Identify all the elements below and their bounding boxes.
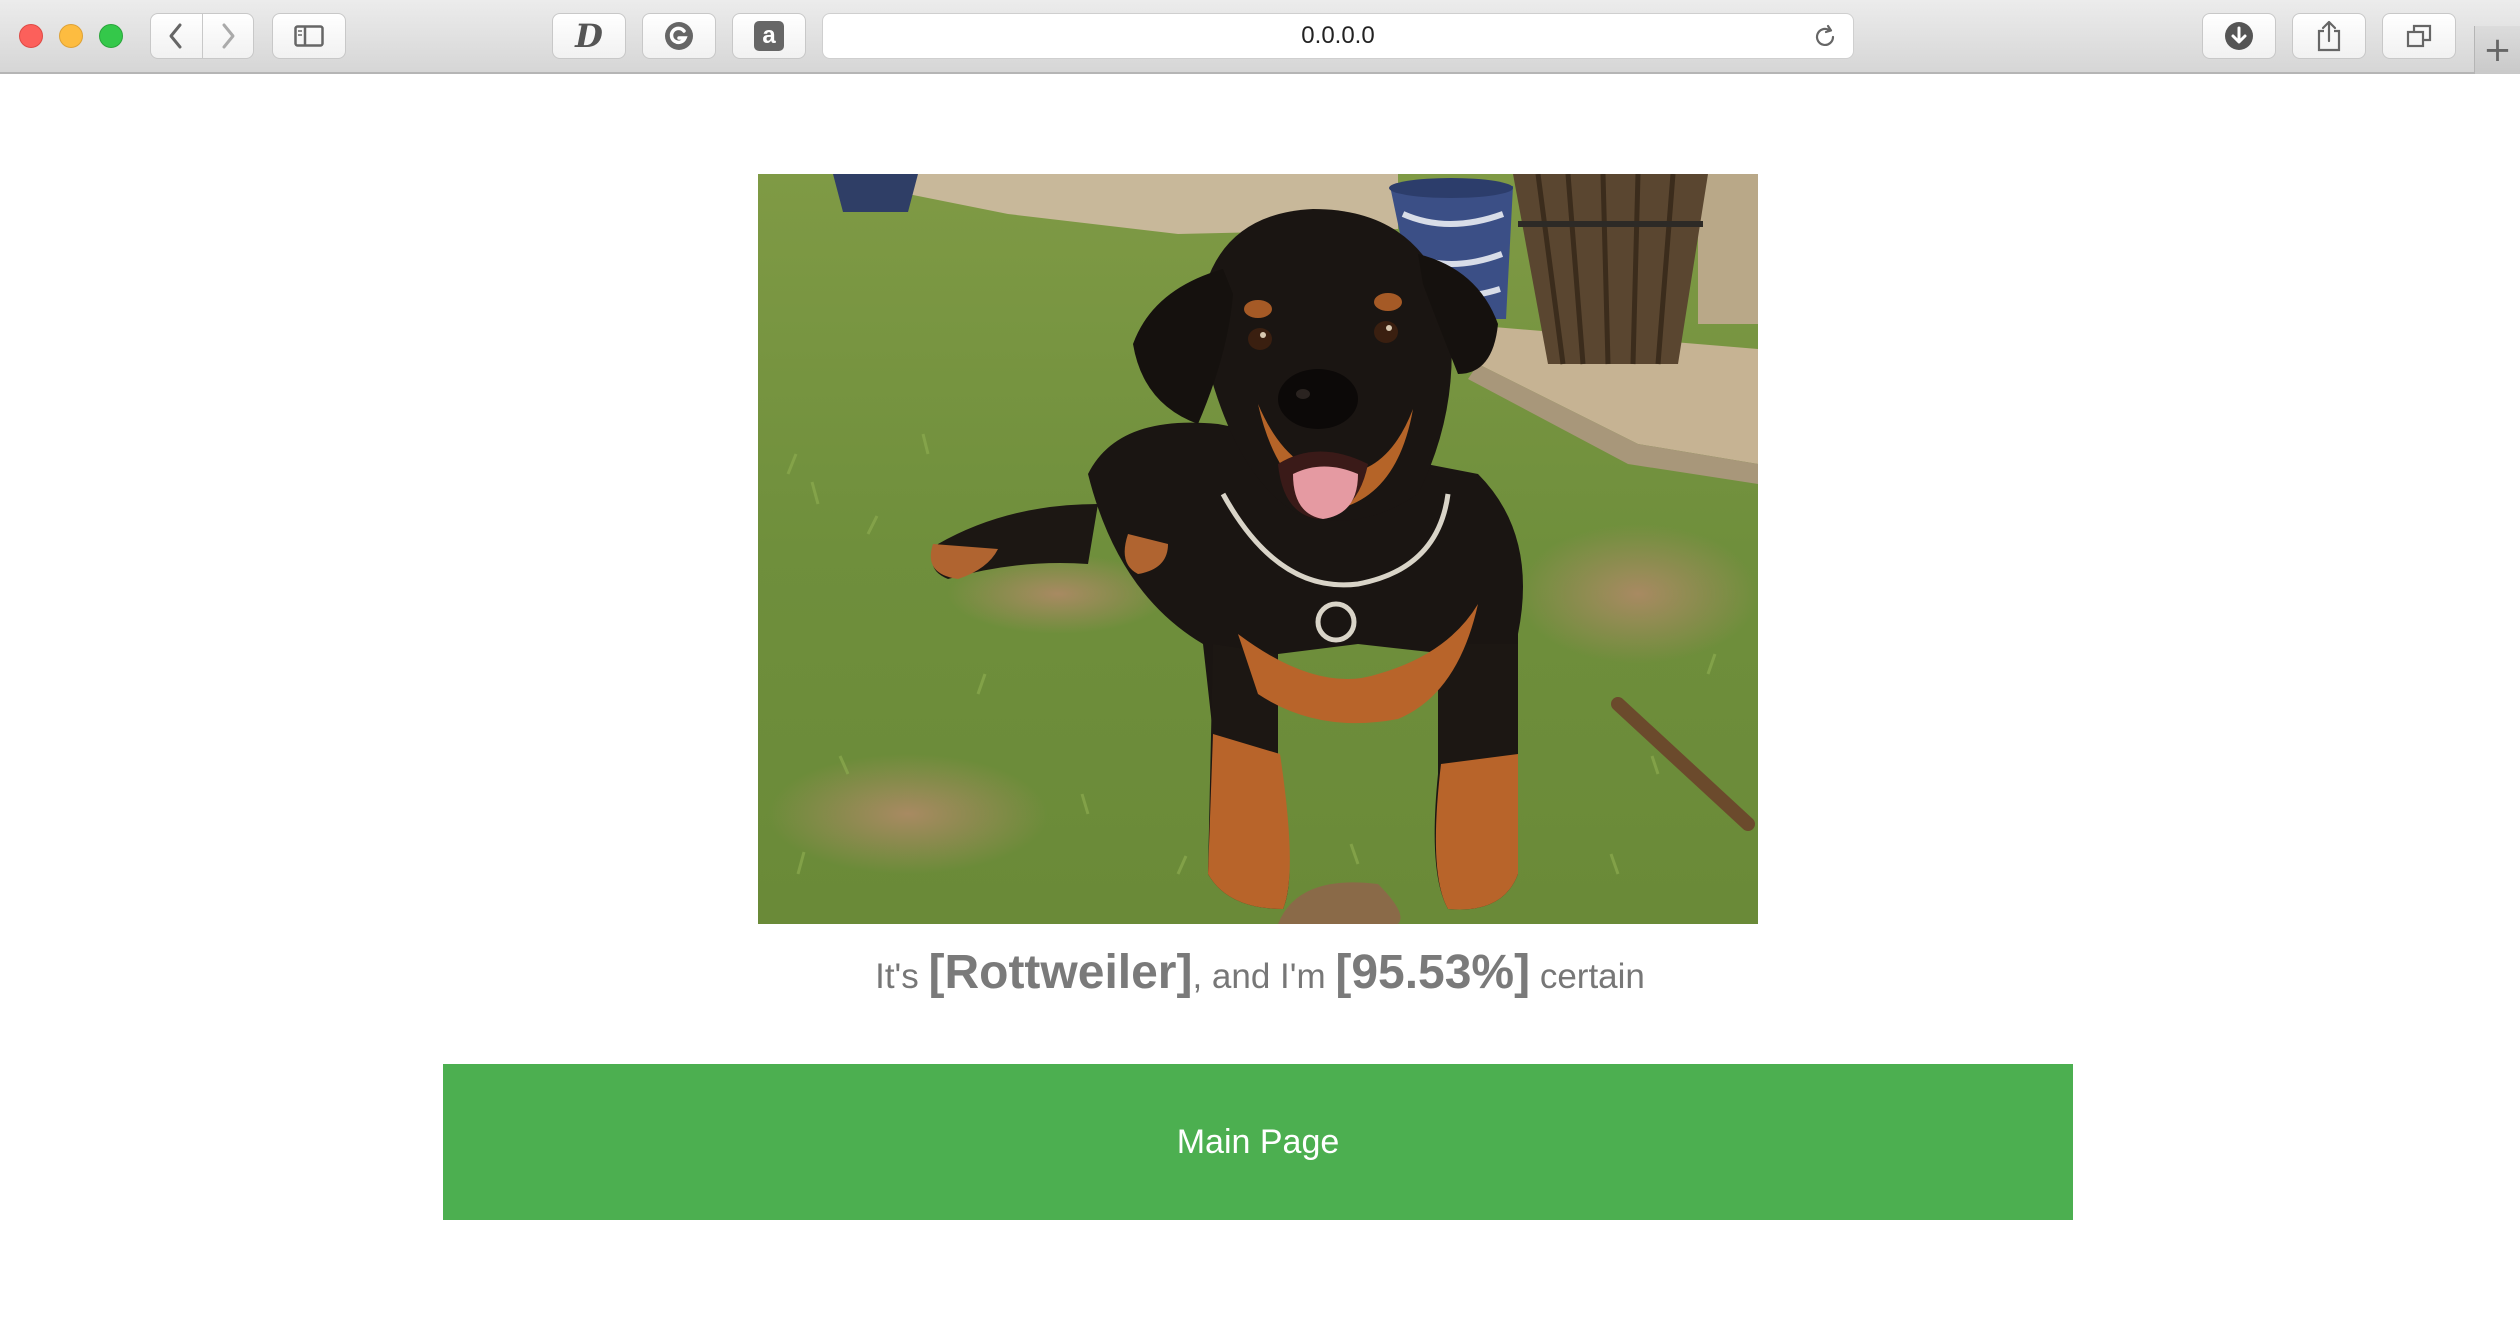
zoom-window-button[interactable] [99, 24, 123, 48]
sidebar-icon [294, 25, 324, 47]
d-extension-icon: D [575, 17, 603, 55]
d-extension-button[interactable]: D [552, 13, 626, 59]
breed-label: [Rottweiler] [928, 946, 1193, 999]
prediction-caption: It's [Rottweiler], and I'm [95.53%] cert… [0, 945, 2520, 1000]
sidebar-button[interactable] [272, 13, 346, 59]
caption-suffix: certain [1530, 957, 1645, 996]
confidence-label: [95.53%] [1335, 946, 1531, 999]
show-tabs-button[interactable] [2382, 13, 2456, 59]
download-icon [2225, 22, 2253, 50]
amazon-icon: a [754, 21, 784, 51]
url-text: 0.0.0.0 [1301, 22, 1375, 49]
grammarly-extension-button[interactable] [642, 13, 716, 59]
share-icon [2317, 20, 2341, 52]
main-page-button[interactable]: Main Page [443, 1064, 2073, 1220]
caption-middle: , and I'm [1192, 957, 1336, 996]
close-window-button[interactable] [19, 24, 43, 48]
new-tab-button[interactable]: + [2474, 26, 2520, 74]
back-button[interactable] [151, 14, 202, 58]
downloads-button[interactable] [2202, 13, 2276, 59]
minimize-window-button[interactable] [59, 24, 83, 48]
plus-icon: + [2483, 30, 2512, 70]
rottweiler-image [758, 174, 1758, 924]
amazon-extension-button[interactable]: a [732, 13, 806, 59]
share-button[interactable] [2292, 13, 2366, 59]
caption-prefix: It's [875, 957, 929, 996]
chevron-left-icon [169, 23, 182, 49]
reload-icon[interactable] [1811, 23, 1839, 51]
navigation-buttons [150, 13, 254, 59]
dog-photo [758, 174, 1758, 924]
address-bar[interactable]: 0.0.0.0 [822, 13, 1854, 59]
tabs-icon [2406, 24, 2432, 48]
forward-button[interactable] [201, 14, 254, 58]
amazon-icon-letter: a [762, 22, 776, 49]
browser-toolbar: D a 0.0.0.0 + [0, 0, 2520, 74]
grammarly-icon [665, 22, 693, 50]
chevron-right-icon [222, 23, 235, 49]
